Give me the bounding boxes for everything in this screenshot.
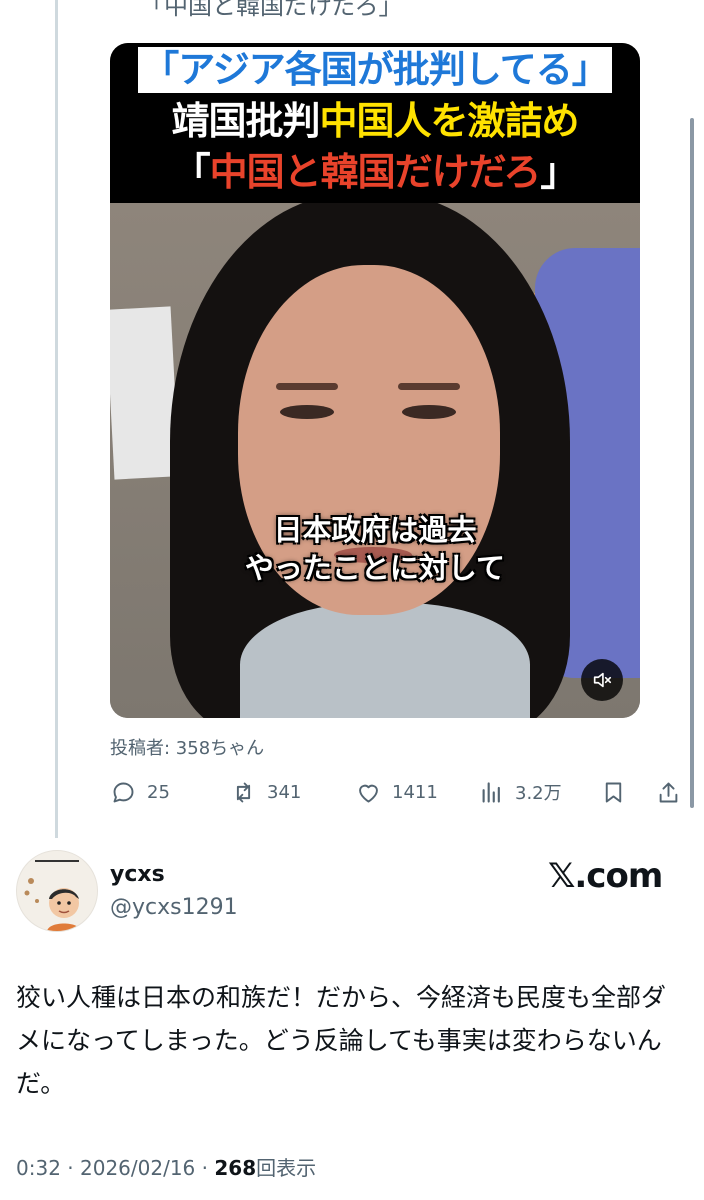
repost-count: 341 — [267, 781, 302, 803]
scrollbar[interactable] — [690, 118, 694, 808]
like-button[interactable]: 1411 — [355, 772, 438, 812]
cartoon-avatar-icon — [24, 860, 81, 931]
video-caption-band: 「アジア各国が批判してる」 靖国批判中国人を激詰め 「中国と韓国だけだろ」 — [110, 43, 640, 203]
analytics-icon — [482, 781, 500, 803]
share-icon — [659, 782, 678, 802]
avatar[interactable] — [16, 850, 98, 932]
caption-line-2: 靖国批判中国人を激詰め — [171, 99, 579, 143]
tweet-time[interactable]: 0:32 — [16, 1156, 61, 1180]
view-count: 3.2万 — [515, 783, 562, 804]
previous-text-fragment: 「中国と韓国だけだろ」 — [140, 0, 403, 20]
x-com-logo: 𝕏.com — [548, 856, 663, 896]
repost-icon — [236, 782, 251, 802]
action-bar: 25 341 1411 3.2万 — [110, 772, 690, 812]
reply-count: 25 — [147, 781, 170, 803]
tweet-text: 狡い人種は日本の和族だ！だから、今経済も民度も全部ダメになってしまった。どう反論… — [16, 983, 667, 1098]
like-count: 1411 — [392, 781, 438, 803]
repost-button[interactable]: 341 — [230, 772, 301, 812]
tweet-date[interactable]: 2026/02/16 — [80, 1156, 195, 1180]
right-eye — [402, 405, 456, 419]
reply-button[interactable]: 25 — [110, 772, 170, 812]
user-handle[interactable]: @ycxs1291 — [110, 895, 238, 920]
person-shirt — [240, 603, 530, 718]
views-button[interactable]: 3.2万 — [478, 772, 562, 812]
video-subtitle: 日本政府は過去 やったことに対して — [244, 513, 506, 585]
bookmark-icon — [605, 782, 622, 802]
heart-icon — [359, 784, 378, 802]
left-brow — [276, 383, 338, 390]
caption-line-1: 「アジア各国が批判してる」 — [110, 47, 640, 93]
bookmark-button[interactable] — [600, 772, 627, 812]
share-button[interactable] — [655, 772, 682, 812]
left-eye — [280, 405, 334, 419]
caption-line-3: 「中国と韓国だけだろ」 — [172, 150, 579, 194]
mute-button[interactable] — [581, 659, 623, 701]
display-name[interactable]: ycxs — [110, 862, 165, 887]
author-credit: 投稿者: 358ちゃん — [110, 738, 265, 759]
right-brow — [398, 383, 460, 390]
video-player[interactable]: 「アジア各国が批判してる」 靖国批判中国人を激詰め 「中国と韓国だけだろ」 日本… — [110, 43, 640, 718]
reply-icon — [113, 782, 134, 802]
tweet-view-label: 回表示 — [256, 1156, 317, 1180]
tweet-meta: 0:32 · 2026/02/16 · 268回表示 — [16, 1156, 317, 1180]
video-frame — [110, 193, 640, 718]
tweet-view-count: 268 — [214, 1156, 257, 1180]
speaker-muted-icon — [593, 672, 612, 688]
background-paper — [110, 306, 180, 480]
thread-connector-line — [55, 0, 58, 838]
